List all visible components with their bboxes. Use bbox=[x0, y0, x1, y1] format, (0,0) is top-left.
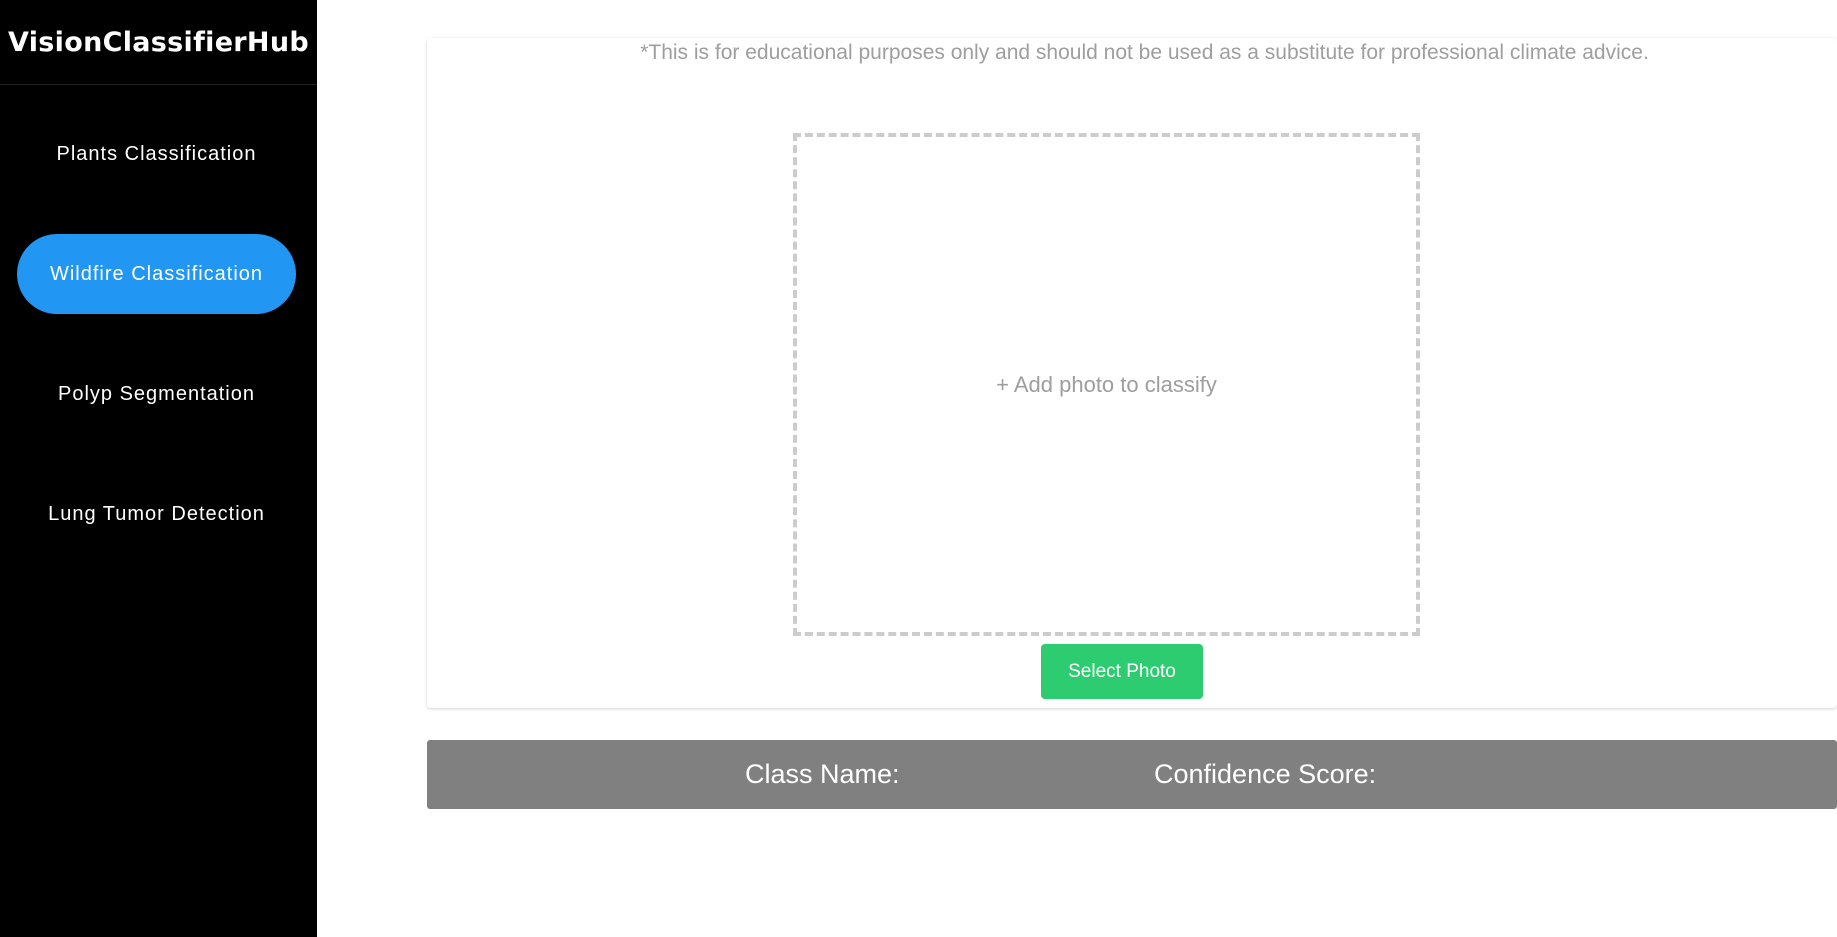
confidence-score-label: Confidence Score: bbox=[1154, 759, 1377, 789]
photo-dropzone[interactable]: + Add photo to classify bbox=[793, 133, 1420, 636]
main-content: *This is for educational purposes only a… bbox=[317, 0, 1837, 937]
app-title: VisionClassifierHub bbox=[0, 0, 317, 85]
sidebar-item-plants-classification[interactable]: Plants Classification bbox=[17, 114, 296, 194]
sidebar-item-wildfire-classification[interactable]: Wildfire Classification bbox=[17, 234, 296, 314]
upload-card: *This is for educational purposes only a… bbox=[427, 38, 1837, 708]
dropzone-label: + Add photo to classify bbox=[996, 371, 1217, 397]
sidebar-item-polyp-segmentation[interactable]: Polyp Segmentation bbox=[17, 354, 296, 434]
sidebar-item-lung-tumor-detection[interactable]: Lung Tumor Detection bbox=[17, 474, 296, 554]
class-name-label: Class Name: bbox=[745, 759, 900, 789]
results-bar: Class Name: Confidence Score: bbox=[427, 740, 1837, 809]
sidebar: VisionClassifierHub Plants Classificatio… bbox=[0, 0, 317, 937]
select-photo-button[interactable]: Select Photo bbox=[1041, 644, 1203, 699]
disclaimer-text: *This is for educational purposes only a… bbox=[640, 41, 1649, 64]
